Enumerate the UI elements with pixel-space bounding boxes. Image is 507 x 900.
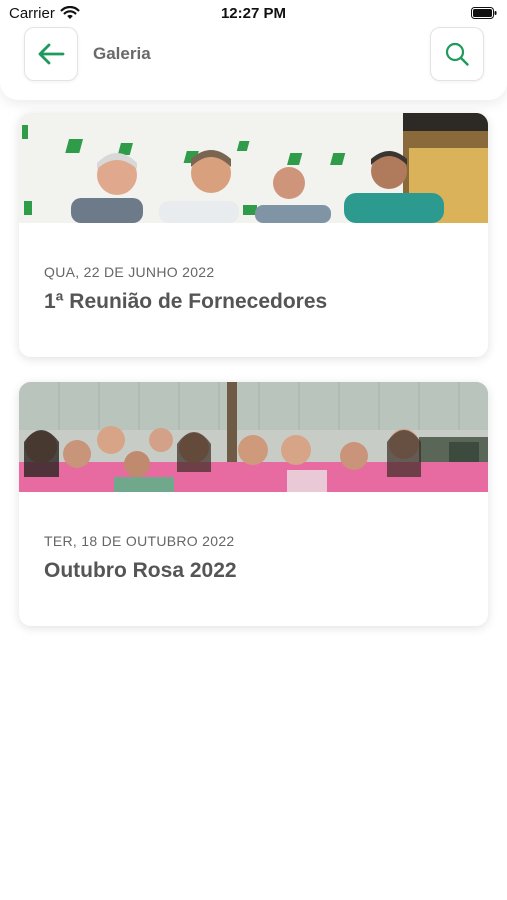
event-title: Outubro Rosa 2022 bbox=[44, 559, 237, 582]
event-date: TER, 18 DE OUTUBRO 2022 bbox=[44, 533, 235, 549]
back-button[interactable] bbox=[24, 27, 78, 81]
gallery-card[interactable]: QUA, 22 DE JUNHO 2022 1ª Reunião de Forn… bbox=[19, 113, 488, 357]
status-bar: Carrier 12:27 PM bbox=[0, 0, 507, 28]
search-icon bbox=[445, 42, 469, 66]
arrow-left-icon bbox=[38, 43, 65, 65]
gallery-card[interactable]: TER, 18 DE OUTUBRO 2022 Outubro Rosa 202… bbox=[19, 382, 488, 626]
event-date: QUA, 22 DE JUNHO 2022 bbox=[44, 264, 215, 280]
event-photo bbox=[19, 382, 488, 492]
battery-icon bbox=[471, 7, 497, 19]
clock: 12:27 PM bbox=[220, 5, 287, 22]
page-title: Galeria bbox=[93, 44, 151, 63]
event-title: 1ª Reunião de Fornecedores bbox=[44, 290, 328, 313]
search-button[interactable] bbox=[430, 27, 484, 81]
event-photo bbox=[19, 113, 488, 223]
